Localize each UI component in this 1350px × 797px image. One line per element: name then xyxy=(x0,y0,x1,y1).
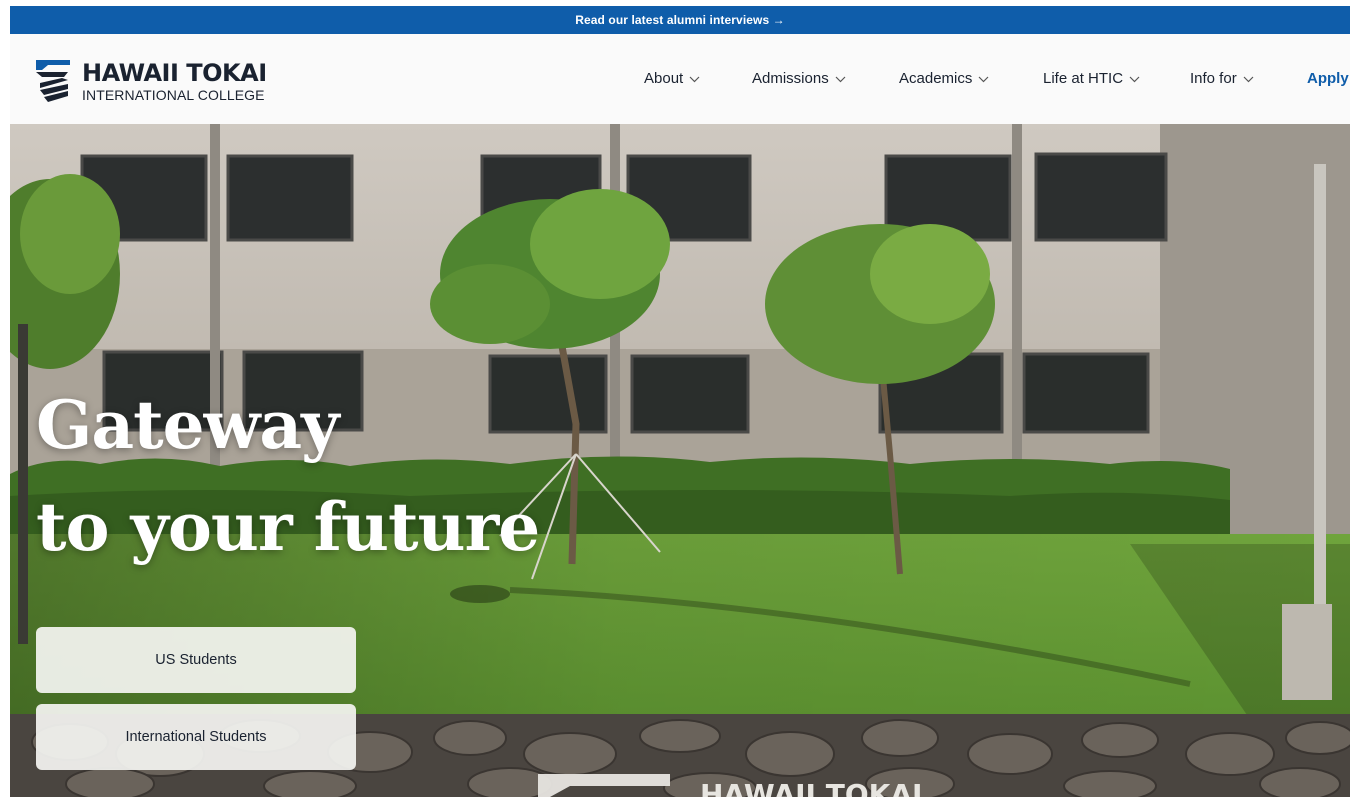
chevron-down-icon xyxy=(1243,76,1254,82)
chevron-down-icon xyxy=(978,76,989,82)
nav-item-label: Info for xyxy=(1190,70,1237,87)
hero-section: HAWAII TOKAI Gateway to your future US S… xyxy=(10,124,1350,797)
nav-item-label: About xyxy=(644,70,684,87)
nav-item-info-for[interactable]: Info for xyxy=(1190,70,1254,87)
nav-item-label: Academics xyxy=(899,70,973,87)
chevron-down-icon xyxy=(1129,76,1140,82)
hero-title-line1: Gateway xyxy=(36,386,340,464)
chevron-down-icon xyxy=(689,76,700,82)
sign-watermark: HAWAII TOKAI xyxy=(700,778,922,797)
us-students-button[interactable]: US Students xyxy=(36,627,356,693)
browser-viewport: Read our latest alumni interviews → HAWA… xyxy=(10,6,1350,797)
nav-item-label: Life at HTIC xyxy=(1043,70,1124,87)
nav-item-admissions[interactable]: Admissions xyxy=(752,70,846,87)
hero-title-line2: to your future xyxy=(36,488,540,567)
main-nav: About Admissions Academics Life at HTIC … xyxy=(10,34,1350,124)
chevron-down-icon xyxy=(835,76,846,82)
hero-title: Gateway to your future xyxy=(36,374,540,579)
international-students-button[interactable]: International Students xyxy=(36,704,356,770)
apply-link[interactable]: Apply xyxy=(1307,70,1349,87)
announcement-bar: Read our latest alumni interviews → xyxy=(10,6,1350,34)
nav-item-academics[interactable]: Academics xyxy=(899,70,989,87)
nav-item-about[interactable]: About xyxy=(644,70,700,87)
nav-item-life-at-htic[interactable]: Life at HTIC xyxy=(1043,70,1140,87)
site-header: HAWAII TOKAI INTERNATIONAL COLLEGE About… xyxy=(10,34,1350,124)
nav-item-label: Admissions xyxy=(752,70,829,87)
announcement-link[interactable]: Read our latest alumni interviews → xyxy=(575,13,785,27)
